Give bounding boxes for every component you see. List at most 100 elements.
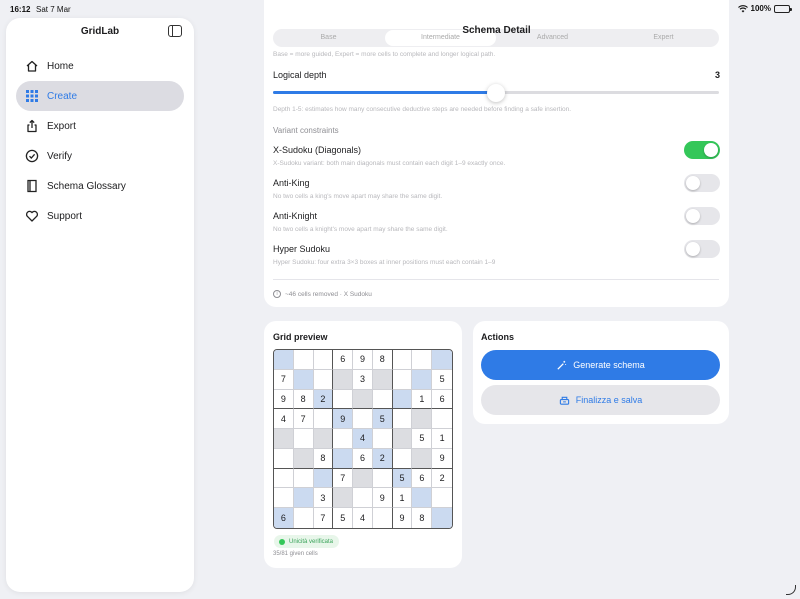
grid-preview-title: Grid preview: [273, 332, 328, 342]
grid-cell: 7: [274, 369, 294, 390]
grid-cell: [353, 468, 373, 489]
sidebar-item-label: Schema Glossary: [47, 180, 126, 192]
grid-cell: 9: [333, 409, 354, 430]
generate-schema-label: Generate schema: [573, 360, 645, 370]
scroll-fade: [273, 0, 719, 28]
x-sudoku-toggle[interactable]: [684, 141, 720, 159]
given-cells-count: 35/81 given cells: [273, 551, 318, 557]
variant-hint-x-sudoku: X-Sudoku variant: both main diagonals mu…: [273, 160, 506, 167]
grid-cell: [412, 350, 433, 370]
grid-cell: [392, 369, 413, 390]
grid-cell: 8: [412, 508, 433, 528]
grid-icon: [25, 89, 39, 103]
grid-cell: [412, 369, 433, 390]
grid-cell: [353, 389, 373, 410]
grid-cell: [432, 350, 452, 370]
grid-cell: 6: [432, 389, 452, 410]
grid-cell: 4: [353, 508, 373, 528]
sidebar-item-support[interactable]: Support: [16, 201, 184, 231]
variant-label-x-sudoku: X-Sudoku (Diagonals): [273, 145, 362, 155]
sidebar-item-label: Export: [47, 120, 76, 132]
logical-depth-label: Logical depth: [273, 70, 327, 80]
grid-cell: 2: [313, 389, 334, 410]
grid-cell: [333, 429, 354, 449]
actions-title: Actions: [481, 332, 515, 342]
anti-king-toggle[interactable]: [684, 174, 720, 192]
summary-note-text: ~46 cells removed · X Sudoku: [285, 290, 372, 298]
grid-cell: 5: [432, 369, 452, 390]
grid-cell: 6: [353, 448, 373, 469]
logical-depth-slider[interactable]: [273, 84, 719, 102]
grid-cell: 5: [392, 468, 413, 489]
grid-cell: 5: [412, 429, 433, 449]
grid-cell: [313, 350, 334, 370]
grid-cell: [353, 409, 373, 430]
hyper-sudoku-toggle[interactable]: [684, 240, 720, 258]
grid-cell: [293, 350, 314, 370]
grid-cell: [293, 369, 314, 390]
uniqueness-badge: Unicità verificata: [274, 535, 340, 548]
grid-cell: 6: [274, 508, 294, 528]
sidebar-item-schema-glossary[interactable]: Schema Glossary: [16, 171, 184, 201]
sidebar-item-label: Create: [47, 90, 78, 102]
anti-knight-toggle[interactable]: [684, 207, 720, 225]
grid-cell: 7: [313, 508, 334, 528]
grid-cell: [432, 488, 452, 509]
variant-hint-hyper-sudoku: Hyper Sudoku: four extra 3×3 boxes at in…: [273, 259, 496, 266]
sidebar: GridLab Home Create Export Verify Schema…: [6, 18, 194, 592]
variant-label-anti-knight: Anti-Knight: [273, 211, 318, 221]
finalize-save-button[interactable]: Finalizza e salva: [481, 385, 720, 415]
grid-cell: [293, 448, 314, 469]
grid-cell: [392, 389, 413, 410]
logical-depth-value: 3: [714, 70, 720, 80]
slider-thumb[interactable]: [487, 84, 505, 102]
wifi-icon: [737, 4, 748, 12]
grid-cell: [274, 448, 294, 469]
grid-cell: [412, 448, 433, 469]
battery-icon: [774, 4, 792, 13]
check-badge-icon: [25, 149, 39, 163]
difficulty-hint: Base = more guided, Expert = more cells …: [273, 51, 496, 58]
grid-cell: [372, 429, 393, 449]
sidebar-nav: Home Create Export Verify Schema Glossar…: [16, 51, 184, 231]
generate-schema-button[interactable]: Generate schema: [481, 350, 720, 380]
grid-cell: [274, 429, 294, 449]
status-date: Sat 7 Mar: [36, 5, 71, 14]
grid-cell: [412, 409, 433, 430]
grid-cell: [274, 488, 294, 509]
sudoku-grid: 69873598216479545186297562391675498: [273, 349, 453, 529]
sidebar-item-export[interactable]: Export: [16, 111, 184, 141]
grid-cell: [353, 488, 373, 509]
status-right: 100%: [737, 4, 792, 13]
grid-cell: [313, 369, 334, 390]
sidebar-item-verify[interactable]: Verify: [16, 141, 184, 171]
grid-cell: 3: [353, 369, 373, 390]
book-icon: [25, 179, 39, 193]
grid-cell: 9: [432, 448, 452, 469]
sidebar-item-home[interactable]: Home: [16, 51, 184, 81]
slider-fill: [273, 91, 496, 94]
share-icon: [25, 119, 39, 133]
sidebar-toggle-icon[interactable]: [168, 25, 182, 37]
grid-cell: [313, 468, 334, 489]
sidebar-item-create[interactable]: Create: [16, 81, 184, 111]
status-time: 16:12: [10, 5, 31, 14]
resize-handle-icon[interactable]: [786, 585, 796, 595]
variant-label-hyper-sudoku: Hyper Sudoku: [273, 244, 331, 254]
finalize-save-label: Finalizza e salva: [575, 395, 643, 405]
grid-cell: [293, 488, 314, 509]
save-tray-icon: [559, 396, 569, 405]
grid-cell: 1: [392, 488, 413, 509]
grid-cell: [293, 468, 314, 489]
grid-cell: [372, 468, 393, 489]
grid-cell: 3: [313, 488, 334, 509]
grid-cell: 8: [313, 448, 334, 469]
summary-note: i ~46 cells removed · X Sudoku: [273, 290, 372, 298]
grid-cell: 5: [333, 508, 354, 528]
variants-caption: Variant constraints: [273, 126, 339, 135]
grid-cell: [392, 409, 413, 430]
grid-cell: 5: [372, 409, 393, 430]
grid-cell: 4: [353, 429, 373, 449]
grid-cell: [392, 448, 413, 469]
grid-cell: 6: [333, 350, 354, 370]
